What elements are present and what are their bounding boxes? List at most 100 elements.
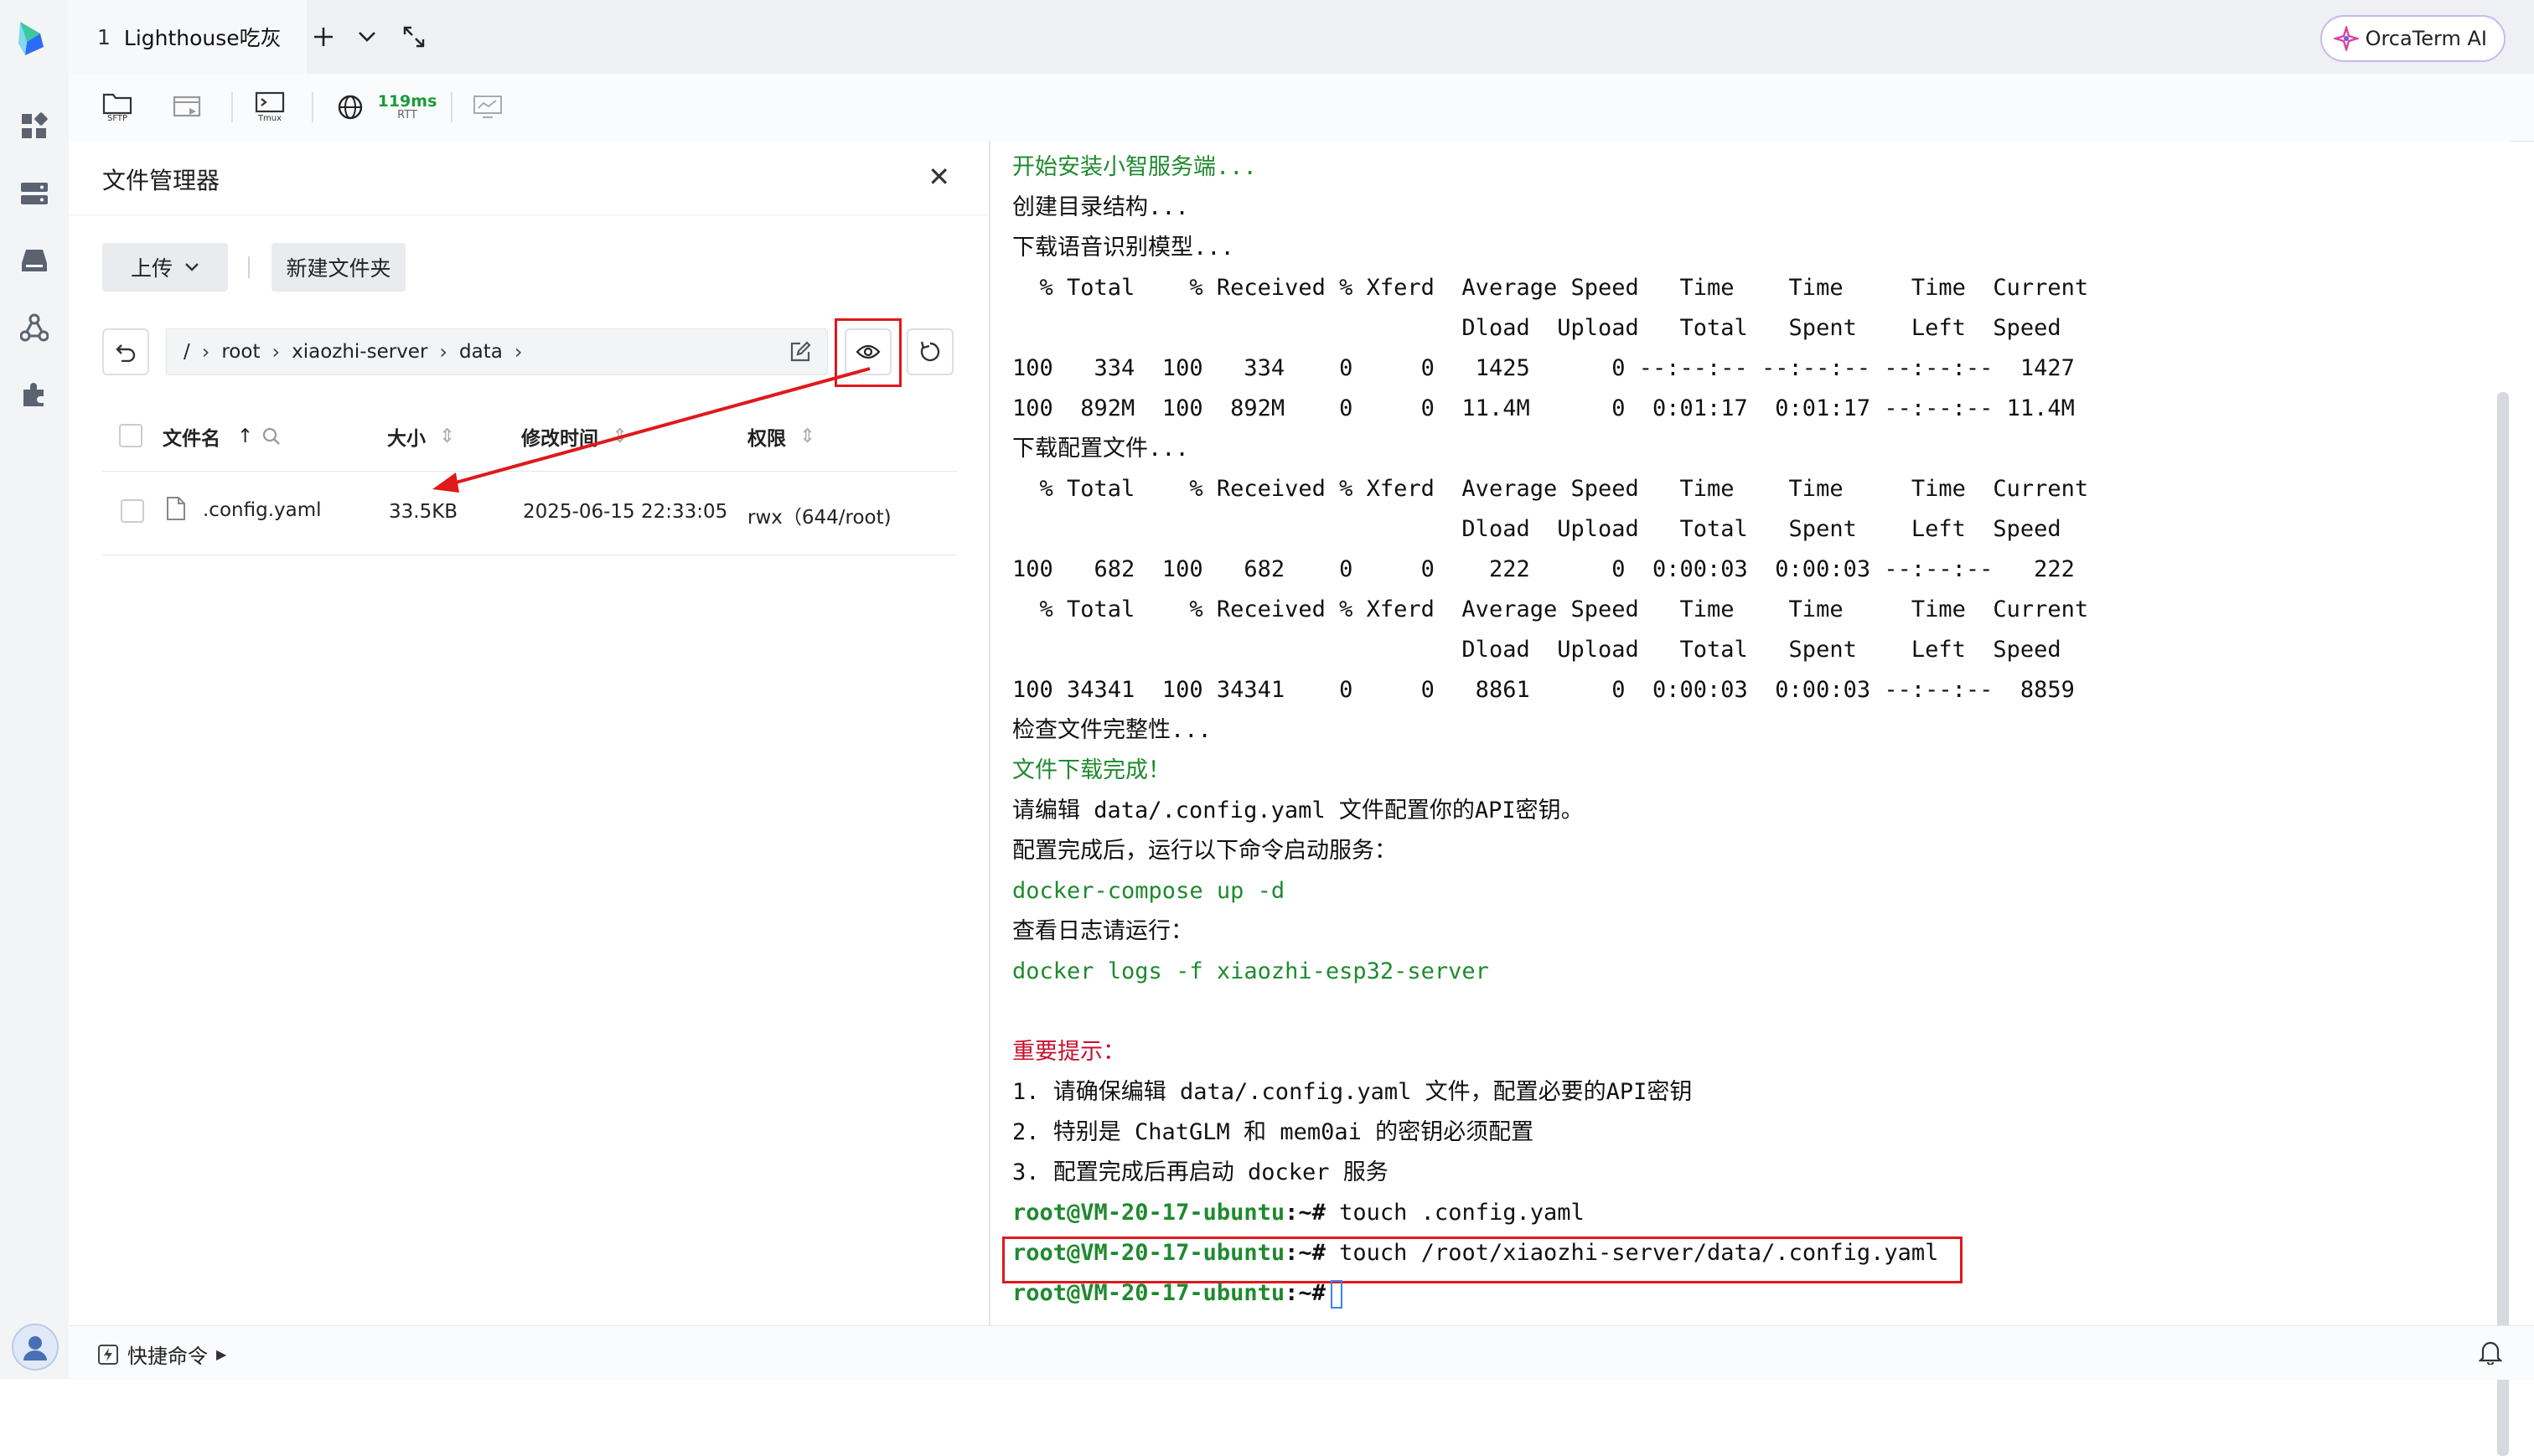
terminal-line: docker-compose up -d	[1012, 878, 1285, 904]
tab-session[interactable]: 1 Lighthouse吃灰	[69, 0, 307, 74]
lightning-icon	[98, 1344, 118, 1365]
select-all-checkbox[interactable]	[119, 424, 142, 447]
orcaterm-ai-button[interactable]: OrcaTerm AI	[2319, 15, 2506, 62]
terminal-command-line: root@VM-20-17-ubuntu:~# touch .config.ya…	[1012, 1193, 1585, 1233]
breadcrumb-root-slash[interactable]: /	[184, 341, 190, 363]
column-permission-label: 权限	[747, 428, 786, 450]
terminal-line: 下载配置文件...	[1012, 436, 1189, 462]
chevron-down-icon	[185, 263, 199, 271]
bell-icon[interactable]	[2478, 1340, 2503, 1368]
sort-icon[interactable]: ⇕	[799, 426, 815, 447]
new-folder-label: 新建文件夹	[286, 256, 391, 281]
upload-label: 上传	[130, 256, 173, 281]
new-folder-button[interactable]: 新建文件夹	[272, 243, 406, 292]
sort-icon[interactable]: ⇕	[439, 426, 455, 447]
rtt-value: 119ms	[377, 92, 437, 111]
terminal-pane[interactable]: 开始安装小智服务端... 创建目录结构... 下载语音识别模型... % Tot…	[990, 141, 2509, 1456]
storage-icon[interactable]	[17, 243, 52, 278]
tmux-label: Tmux	[257, 114, 282, 123]
network-icon[interactable]	[17, 310, 52, 345]
chevron-right-icon: ›	[272, 340, 281, 364]
terminal-icon	[255, 91, 285, 113]
terminal-command: touch .config.yaml	[1325, 1200, 1585, 1226]
quick-command-button[interactable]: 快捷命令 ▶	[97, 1340, 226, 1369]
terminal-line: Dload Upload Total Spent Left Speed	[1012, 637, 2061, 663]
chevron-down-icon[interactable]	[349, 18, 385, 55]
file-manager-title: 文件管理器	[102, 167, 220, 194]
terminal-line: 重要提示：	[1012, 1039, 1125, 1065]
column-header-permission[interactable]: 权限 ⇕	[747, 422, 815, 451]
terminal-line: 100 892M 100 892M 0 0 11.4M 0 0:01:17 0:…	[1012, 395, 2075, 421]
terminal-prompt: root@VM-20-17-ubuntu	[1012, 1200, 1285, 1226]
terminal-line: 下载语音识别模型...	[1012, 235, 1234, 261]
tab-index: 1	[97, 24, 111, 49]
add-tab-icon[interactable]	[305, 18, 342, 55]
edit-path-icon[interactable]	[789, 340, 812, 369]
toolbar: SFTP Tmux 119ms RTT	[69, 74, 2534, 142]
terminal-line: 请编辑 data/.config.yaml 文件配置你的API密钥。	[1012, 798, 1584, 824]
globe-icon	[338, 95, 363, 120]
button-divider	[248, 256, 250, 278]
dashboard-icon[interactable]	[17, 109, 52, 144]
monitor-button[interactable]	[466, 85, 509, 129]
terminal-line: 100 34341 100 34341 0 0 8861 0 0:00:03 0…	[1012, 677, 2075, 703]
highlight-box	[835, 318, 902, 387]
column-header-size[interactable]: 大小 ⇕	[387, 422, 455, 451]
chevron-right-icon: ›	[201, 340, 210, 364]
terminal-line: 3. 配置完成后再启动 docker 服务	[1012, 1159, 1389, 1185]
tmux-button[interactable]: Tmux	[248, 85, 292, 129]
sort-asc-icon[interactable]: ↑	[237, 426, 253, 447]
column-name-label: 文件名	[163, 428, 220, 450]
user-avatar[interactable]	[12, 1324, 59, 1371]
terminal-prompt-suffix: :~#	[1285, 1200, 1326, 1226]
tab-title: Lighthouse吃灰	[123, 26, 282, 50]
refresh-icon	[920, 341, 940, 362]
rtt-label: RTT	[397, 109, 417, 121]
terminal-line: 创建目录结构...	[1012, 194, 1189, 220]
toolbar-divider	[231, 92, 233, 122]
folder-icon	[102, 93, 132, 115]
app-logo-icon[interactable]	[15, 18, 52, 59]
plugin-icon[interactable]	[17, 377, 52, 412]
breadcrumb-data[interactable]: data	[459, 341, 503, 363]
column-header-modified[interactable]: 修改时间 ⇕	[521, 422, 628, 451]
undo-icon	[116, 344, 136, 362]
window-send-icon	[173, 96, 201, 117]
network-globe-button[interactable]	[328, 85, 372, 129]
upload-button[interactable]: 上传	[102, 243, 228, 292]
breadcrumb-root[interactable]: root	[221, 341, 260, 363]
server-icon[interactable]	[17, 176, 52, 211]
back-button[interactable]	[102, 328, 149, 375]
column-header-name[interactable]: 文件名 ↑	[163, 422, 282, 451]
column-size-label: 大小	[387, 428, 426, 450]
refresh-button[interactable]	[907, 328, 954, 375]
breadcrumb-xiaozhi-server[interactable]: xiaozhi-server	[292, 341, 427, 363]
caret-right-icon: ▶	[216, 1346, 227, 1362]
terminal-line: 开始安装小智服务端...	[1012, 154, 1257, 180]
terminal-input-line[interactable]: root@VM-20-17-ubuntu:~#	[1012, 1273, 1342, 1314]
table-header-divider	[102, 471, 957, 472]
sftp-button[interactable]: SFTP	[96, 85, 139, 129]
row-checkbox[interactable]	[121, 499, 144, 523]
search-icon[interactable]	[261, 426, 282, 447]
terminal-prompt-suffix: :~#	[1285, 1280, 1326, 1306]
status-bar: 快捷命令 ▶	[69, 1325, 2534, 1380]
monitor-send-button[interactable]	[166, 85, 209, 129]
terminal-line: Dload Upload Total Spent Left Speed	[1012, 516, 2061, 542]
terminal-scrollbar[interactable]	[2497, 392, 2509, 1456]
chevron-right-icon: ›	[439, 340, 448, 364]
terminal-line: % Total % Received % Xferd Average Speed…	[1012, 596, 2089, 622]
sparkle-icon	[2333, 26, 2359, 51]
file-modified: 2025-06-15 22:33:05	[523, 501, 728, 523]
monitor-chart-icon	[473, 96, 502, 118]
close-icon[interactable]: ✕	[928, 161, 950, 193]
quick-command-label: 快捷命令	[127, 1345, 208, 1368]
toolbar-divider	[312, 92, 313, 122]
terminal-line: 1. 请确保编辑 data/.config.yaml 文件，配置必要的API密钥	[1012, 1079, 1693, 1105]
sort-icon[interactable]: ⇕	[612, 426, 628, 447]
terminal-line: % Total % Received % Xferd Average Speed…	[1012, 476, 2089, 502]
terminal-line: docker logs -f xiaozhi-esp32-server	[1012, 958, 1489, 984]
expand-icon[interactable]	[396, 18, 432, 55]
column-modified-label: 修改时间	[521, 428, 598, 450]
terminal-line: 文件下载完成！	[1012, 757, 1171, 783]
